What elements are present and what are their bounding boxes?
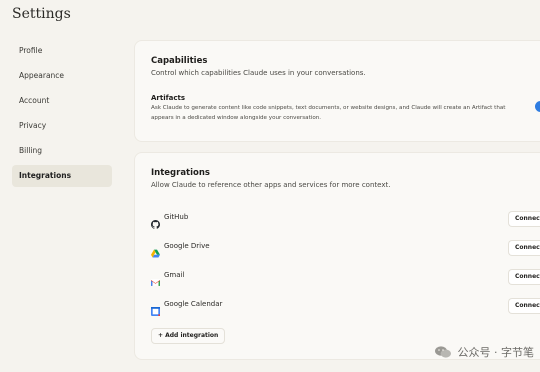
github-icon	[151, 214, 160, 229]
artifacts-description: Ask Claude to generate content like code…	[151, 105, 506, 121]
connect-github-button[interactable]: Connect	[508, 211, 540, 227]
integration-row-google-calendar: Google Calendar Connect	[151, 298, 540, 316]
integrations-title: Integrations	[151, 168, 210, 178]
connect-google-calendar-button[interactable]: Connect	[508, 298, 540, 314]
google-drive-icon	[151, 243, 160, 258]
sidebar-item-profile[interactable]: Profile	[12, 40, 112, 62]
sidebar-item-privacy[interactable]: Privacy	[12, 115, 112, 137]
integration-name: Google Calendar	[164, 300, 223, 308]
integrations-subtitle: Allow Claude to reference other apps and…	[151, 181, 391, 189]
connect-gmail-button[interactable]: Connect	[508, 269, 540, 285]
capabilities-card: Capabilities Control which capabilities …	[134, 40, 540, 142]
integration-row-google-drive: Google Drive Connect	[151, 240, 540, 258]
capabilities-subtitle: Control which capabilities Claude uses i…	[151, 69, 366, 77]
settings-sidebar: Profile Appearance Account Privacy Billi…	[12, 40, 112, 190]
sidebar-item-billing[interactable]: Billing	[12, 140, 112, 162]
artifacts-title: Artifacts	[151, 94, 186, 102]
sidebar-item-integrations[interactable]: Integrations	[12, 165, 112, 187]
artifacts-toggle[interactable]	[535, 101, 540, 112]
watermark: 公众号 · 字节笔	[435, 344, 535, 359]
integration-row-gmail: Gmail Connect	[151, 269, 540, 287]
integration-name: Gmail	[164, 271, 185, 279]
integration-name: Google Drive	[164, 242, 210, 250]
add-integration-button[interactable]: + Add integration	[151, 328, 226, 344]
gmail-icon	[151, 272, 160, 286]
wechat-icon	[435, 346, 451, 358]
integration-name: GitHub	[164, 213, 189, 221]
connect-google-drive-button[interactable]: Connect	[508, 240, 540, 256]
capabilities-title: Capabilities	[151, 56, 208, 66]
google-calendar-icon	[151, 301, 160, 316]
watermark-text: 公众号 · 字节笔	[457, 346, 535, 359]
integration-row-github: GitHub Connect	[151, 211, 540, 229]
sidebar-item-account[interactable]: Account	[12, 90, 112, 112]
page-title: Settings	[12, 6, 71, 22]
sidebar-item-appearance[interactable]: Appearance	[12, 65, 112, 87]
integrations-card: Integrations Allow Claude to reference o…	[134, 152, 540, 360]
